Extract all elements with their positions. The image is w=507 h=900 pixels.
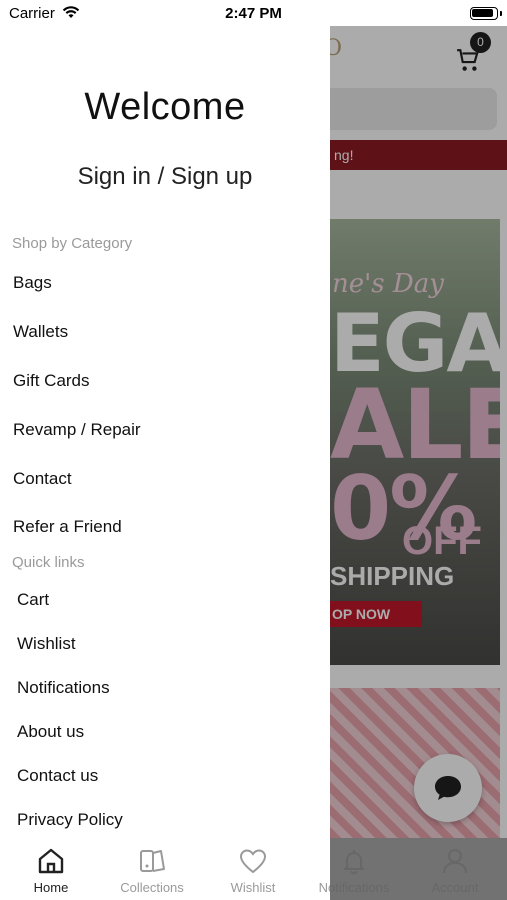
heart-icon — [239, 849, 267, 874]
category-item-bags[interactable]: Bags — [13, 273, 52, 293]
status-bar: Carrier 2:47 PM — [0, 0, 507, 26]
signin-link[interactable]: Sign in / Sign up — [0, 163, 330, 191]
quick-link-cart[interactable]: Cart — [17, 590, 49, 610]
side-drawer: Welcome Sign in / Sign up Shop by Catego… — [0, 26, 330, 900]
category-heading: Shop by Category — [12, 235, 133, 252]
category-item-refer-a-friend[interactable]: Refer a Friend — [13, 517, 122, 537]
quick-link-wishlist[interactable]: Wishlist — [17, 634, 76, 654]
quick-link-about-us[interactable]: About us — [17, 722, 84, 742]
clock: 2:47 PM — [225, 5, 282, 22]
collections-icon — [140, 850, 165, 872]
tab-home[interactable]: Home — [1, 846, 101, 895]
quick-link-notifications[interactable]: Notifications — [17, 678, 110, 698]
tab-wishlist[interactable]: Wishlist — [203, 846, 303, 895]
tab-bar-scrim — [330, 838, 507, 900]
quick-link-contact-us[interactable]: Contact us — [17, 766, 98, 786]
drawer-scrim[interactable] — [330, 26, 507, 900]
category-item-gift-cards[interactable]: Gift Cards — [13, 371, 90, 391]
tab-home-label: Home — [33, 880, 69, 895]
battery-icon — [470, 7, 498, 20]
battery-nub — [500, 11, 502, 16]
quick-link-privacy-policy[interactable]: Privacy Policy — [17, 810, 123, 830]
category-item-wallets[interactable]: Wallets — [13, 322, 68, 342]
tab-collections[interactable]: Collections — [102, 846, 202, 895]
quick-links-heading: Quick links — [12, 554, 85, 571]
tab-wishlist-label: Wishlist — [230, 880, 276, 895]
category-item-revamp-repair[interactable]: Revamp / Repair — [13, 420, 141, 440]
home-icon — [38, 848, 64, 874]
tab-collections-label: Collections — [120, 880, 184, 895]
category-item-contact[interactable]: Contact — [13, 469, 72, 489]
welcome-title: Welcome — [84, 86, 246, 128]
